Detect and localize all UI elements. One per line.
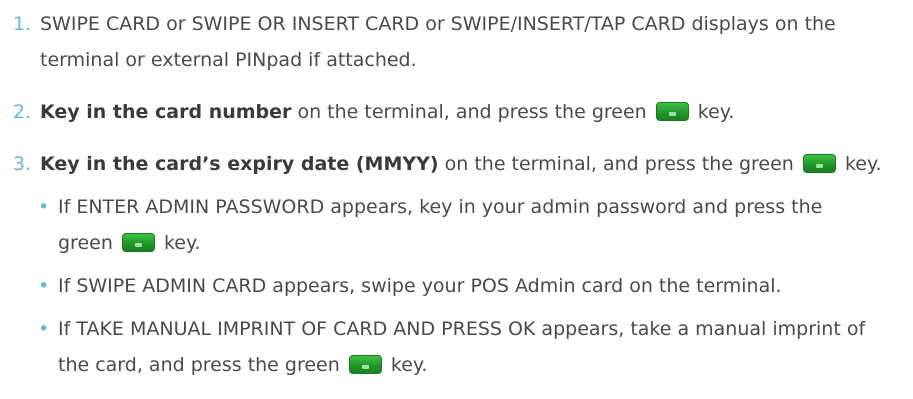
step-3-bullet-list: • If ENTER ADMIN PASSWORD appears, key i… [0,189,913,383]
bullet-icon: • [38,318,50,340]
list-item: • If ENTER ADMIN PASSWORD appears, key i… [0,189,913,261]
bullet-1-text-end: key. [157,232,201,254]
step-3: 3. Key in the card’s expiry date (MMYY) … [0,146,913,182]
step-2-text-end: key. [691,101,735,123]
bullet-3-text-end: key. [384,354,428,376]
step-1-number: 1. [13,13,32,35]
green-enter-key-icon [802,154,836,173]
green-enter-key-icon [655,102,689,121]
bullet-3-text: If TAKE MANUAL IMPRINT OF CARD AND PRESS… [58,318,866,376]
bullet-icon: • [38,196,50,218]
step-1: 1. SWIPE CARD or SWIPE OR INSERT CARD or… [0,6,913,78]
list-item: • If TAKE MANUAL IMPRINT OF CARD AND PRE… [0,311,913,383]
green-enter-key-icon [348,355,382,374]
bullet-2-text: If SWIPE ADMIN CARD appears, swipe your … [58,275,782,297]
step-3-bold-text: Key in the card’s expiry date (MMYY) [40,153,439,175]
green-enter-key-icon [121,233,155,252]
step-1-text: SWIPE CARD or SWIPE OR INSERT CARD or SW… [40,13,836,71]
step-3-number: 3. [13,153,32,175]
step-3-text-end: key. [838,153,882,175]
instructions-page: 1. SWIPE CARD or SWIPE OR INSERT CARD or… [0,6,913,399]
step-2-text: on the terminal, and press the green [291,101,653,123]
step-2: 2. Key in the card number on the termina… [0,94,913,130]
step-2-bold-text: Key in the card number [40,101,292,123]
bullet-icon: • [38,275,50,297]
list-item: • If SWIPE ADMIN CARD appears, swipe you… [0,268,913,304]
step-2-number: 2. [13,101,32,123]
step-3-text: on the terminal, and press the green [438,153,800,175]
